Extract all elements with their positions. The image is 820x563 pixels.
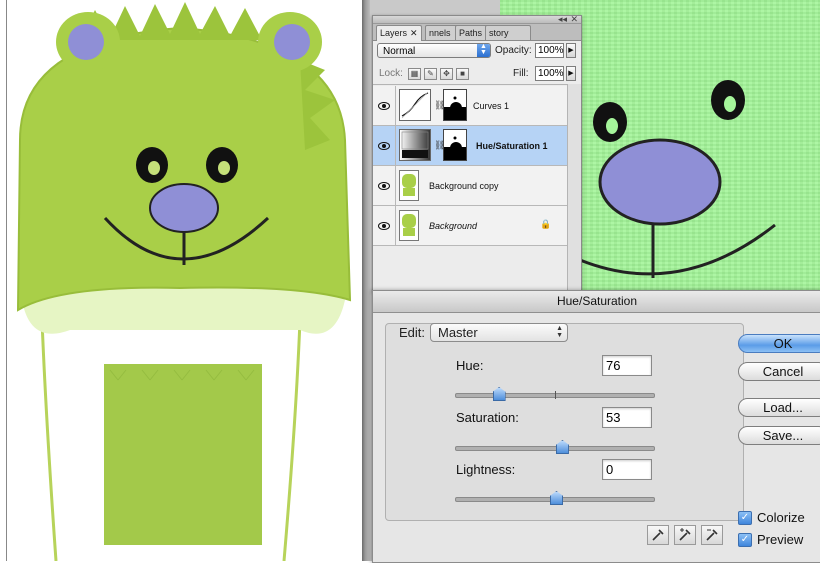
load-button[interactable]: Load... [738,398,820,417]
fill-label: Fill: [513,68,529,79]
lightness-label: Lightness: [456,462,516,477]
panel-tabs: Layers ✕ nnels Paths story [373,24,581,41]
layer-row-hue-saturation[interactable]: ⛓ Hue/Saturation 1 [373,126,567,166]
tab-history-label: story [489,28,509,38]
select-arrows-icon: ▲ ▼ [477,43,490,57]
saturation-slider[interactable] [455,440,655,454]
layer-name: Hue/Saturation 1 [476,141,548,151]
checkmark-icon: ✓ [738,532,752,547]
layer-name: Background copy [429,181,499,191]
document-canvas-left[interactable] [0,0,362,561]
layer-row-background[interactable]: Background 🔒 [373,206,567,246]
fill-flyout-button[interactable]: ▶ [566,66,576,81]
lock-label: Lock: [379,68,403,79]
saturation-label: Saturation: [456,410,519,425]
eyedropper-minus-icon[interactable] [701,525,723,545]
layer-name: Background [429,221,478,231]
visibility-toggle[interactable] [373,166,396,205]
layers-scrollbar[interactable] [567,84,581,291]
eye-icon [378,101,390,110]
lock-position-icon[interactable]: ✥ [440,68,453,80]
visibility-toggle[interactable] [373,86,396,125]
hat-image [16,2,352,561]
colorize-checkbox[interactable]: ✓ Colorize [738,510,805,525]
eye-icon [378,141,390,150]
ok-button[interactable]: OK [738,334,820,353]
panel-titlebar[interactable]: ◂◂ ✕ [373,14,581,24]
eye-icon [378,181,390,190]
layer-mask-thumbnail[interactable] [443,89,467,121]
layer-name: Curves 1 [473,101,510,111]
lock-row: Lock: ▦ ✎ ✥ ■ Fill: 100% ▶ [373,63,581,85]
layer-thumbnail[interactable] [399,210,419,241]
edit-channel-value: Master [438,325,478,340]
hue-field[interactable]: 76 [602,355,652,376]
visibility-toggle[interactable] [373,126,396,165]
blend-mode-select[interactable]: Normal ▲ ▼ [377,43,491,58]
preview-checkbox[interactable]: ✓ Preview [738,532,803,547]
select-arrows-icon: ▲ ▼ [556,325,563,339]
cancel-button[interactable]: Cancel [738,362,820,381]
document-divider [362,0,370,561]
colorize-label: Colorize [757,510,805,525]
blend-row: Normal ▲ ▼ Opacity: 100% ▶ [373,40,581,62]
lock-image-icon[interactable]: ✎ [424,68,437,80]
tab-layers-label: Layers [380,28,408,38]
hue-saturation-dialog: Hue/Saturation Edit: Master ▲ ▼ Hue: 76 S… [372,290,820,563]
hue-saturation-adjustment-icon[interactable] [399,129,431,161]
opacity-field[interactable]: 100% [535,43,564,58]
slider-center-tick [555,391,556,399]
lock-all-icon[interactable]: ■ [456,68,469,80]
layers-panel: ◂◂ ✕ Layers ✕ nnels Paths story Normal ▲ ▼… [372,14,582,292]
layer-row-curves[interactable]: ⛓ Curves 1 [373,86,567,126]
layer-mask-thumbnail[interactable] [443,129,467,161]
panel-close-icon[interactable]: ✕ [570,14,578,24]
checkmark-icon: ✓ [738,510,752,525]
tab-close-icon[interactable]: ✕ [410,28,418,38]
dialog-title[interactable]: Hue/Saturation [373,291,820,313]
preview-label: Preview [757,532,804,547]
visibility-toggle[interactable] [373,206,396,245]
hue-label: Hue: [456,358,484,373]
layer-row-background-copy[interactable]: Background copy [373,166,567,206]
eyedropper-plus-icon[interactable] [674,525,696,545]
panel-collapse-icon[interactable]: ◂◂ [558,14,567,24]
layer-thumbnail[interactable] [399,170,419,201]
fill-field[interactable]: 100% [535,66,564,81]
edit-channel-select[interactable]: Master ▲ ▼ [430,323,568,342]
curves-adjustment-icon[interactable] [399,89,431,121]
save-button[interactable]: Save... [738,426,820,445]
lightness-slider[interactable] [455,491,655,505]
eye-icon [378,221,390,230]
tab-layers[interactable]: Layers ✕ [376,25,422,41]
hue-slider[interactable] [455,387,655,401]
adjustment-group [385,323,744,521]
lightness-field[interactable]: 0 [602,459,652,480]
opacity-flyout-button[interactable]: ▶ [566,43,576,58]
saturation-field[interactable]: 53 [602,407,652,428]
tab-paths-label: Paths [459,28,483,38]
opacity-label: Opacity: [495,45,532,56]
tab-channels-label: nnels [429,28,451,38]
blend-mode-value: Normal [383,46,416,57]
edit-label: Edit: [399,325,426,340]
tab-history[interactable]: story [485,25,531,40]
eyedropper-icon[interactable] [647,525,669,545]
lock-icon: 🔒 [540,219,552,229]
lock-transparency-icon[interactable]: ▦ [408,68,421,80]
